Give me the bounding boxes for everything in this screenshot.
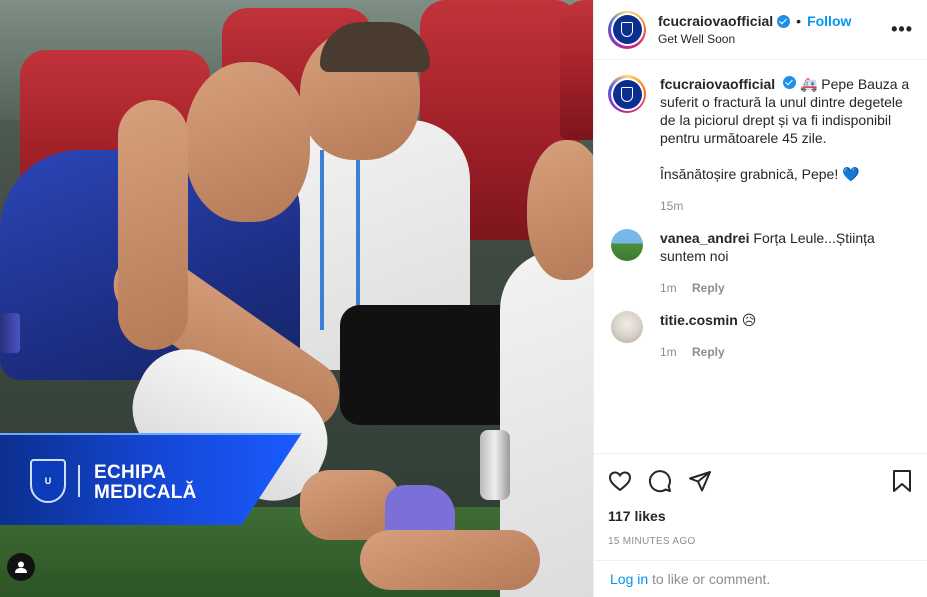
medic-lanyard — [320, 150, 360, 330]
bookmark-icon — [893, 470, 911, 492]
comment-item: titie.cosmin 😥 1m Reply — [608, 311, 913, 361]
post-image[interactable]: U ECHIPA MEDICALĂ — [0, 0, 593, 597]
comment-username[interactable]: vanea_andrei — [660, 230, 750, 246]
medic-hair — [320, 22, 430, 72]
medic-arm — [118, 100, 188, 350]
account-username[interactable]: fcucraiovaofficial — [658, 13, 773, 29]
caption: fcucraiovaofficial 🚑 Pepe Bauza a suferi… — [608, 75, 913, 215]
comment-item: vanea_andrei Forța Leule...Știința sunte… — [608, 229, 913, 297]
likes-count[interactable]: 117 likes — [608, 508, 913, 524]
drink-can — [0, 313, 20, 353]
banner-line-2: MEDICALĂ — [94, 482, 197, 503]
account-avatar[interactable] — [608, 10, 646, 49]
post-timestamp[interactable]: 15 MINUTES AGO — [608, 536, 913, 547]
banner-divider — [78, 465, 80, 497]
heart-icon — [608, 471, 632, 492]
comment-username[interactable]: titie.cosmin — [660, 312, 738, 328]
caption-avatar[interactable] — [608, 75, 646, 113]
separator-dot: • — [796, 13, 802, 29]
comments-list[interactable]: fcucraiovaofficial 🚑 Pepe Bauza a suferi… — [594, 61, 927, 453]
comment-time[interactable]: 1m — [660, 281, 677, 295]
tagged-users-button[interactable] — [7, 553, 35, 581]
commenter-avatar[interactable] — [611, 311, 643, 343]
more-options-icon[interactable]: ••• — [891, 19, 913, 40]
verified-badge-icon — [777, 14, 791, 28]
comment-text: 😥 — [741, 312, 757, 328]
seat-far-right — [560, 0, 593, 140]
share-button[interactable] — [688, 469, 712, 493]
login-prompt: Log in to like or comment. — [594, 560, 927, 597]
club-crest-icon — [621, 86, 633, 102]
reply-button[interactable]: Reply — [692, 281, 725, 295]
post-location[interactable]: Get Well Soon — [658, 32, 891, 46]
commenter-avatar[interactable] — [611, 229, 643, 261]
banner-line-1: ECHIPA — [94, 462, 167, 483]
post-actions-area: 117 likes 15 MINUTES AGO — [594, 453, 927, 547]
caption-username[interactable]: fcucraiovaofficial — [660, 76, 775, 92]
save-button[interactable] — [891, 469, 913, 493]
reply-button[interactable]: Reply — [692, 345, 725, 359]
like-button[interactable] — [608, 469, 632, 493]
banner-title: ECHIPA MEDICALĂ — [94, 463, 197, 503]
club-crest-icon: U — [30, 459, 66, 503]
login-link[interactable]: Log in — [610, 571, 648, 587]
action-bar — [608, 454, 913, 508]
player-head — [185, 62, 310, 222]
spray-can — [480, 430, 510, 500]
physio-head — [527, 140, 593, 280]
caption-time[interactable]: 15m — [660, 199, 683, 213]
comment-time[interactable]: 1m — [660, 345, 677, 359]
physio-arm — [360, 530, 540, 590]
comment-button[interactable] — [648, 469, 672, 493]
follow-button[interactable]: Follow — [807, 13, 851, 29]
user-icon — [15, 561, 27, 573]
post-side-panel: fcucraiovaofficial • Follow Get Well Soo… — [593, 0, 927, 597]
send-icon — [689, 471, 711, 492]
caption-meta: 15m — [660, 197, 913, 215]
club-crest-icon — [621, 22, 633, 37]
post-header: fcucraiovaofficial • Follow Get Well Soo… — [594, 0, 927, 60]
comment-icon — [649, 470, 671, 493]
login-prompt-text: to like or comment. — [648, 571, 771, 587]
verified-badge-icon — [783, 76, 797, 89]
